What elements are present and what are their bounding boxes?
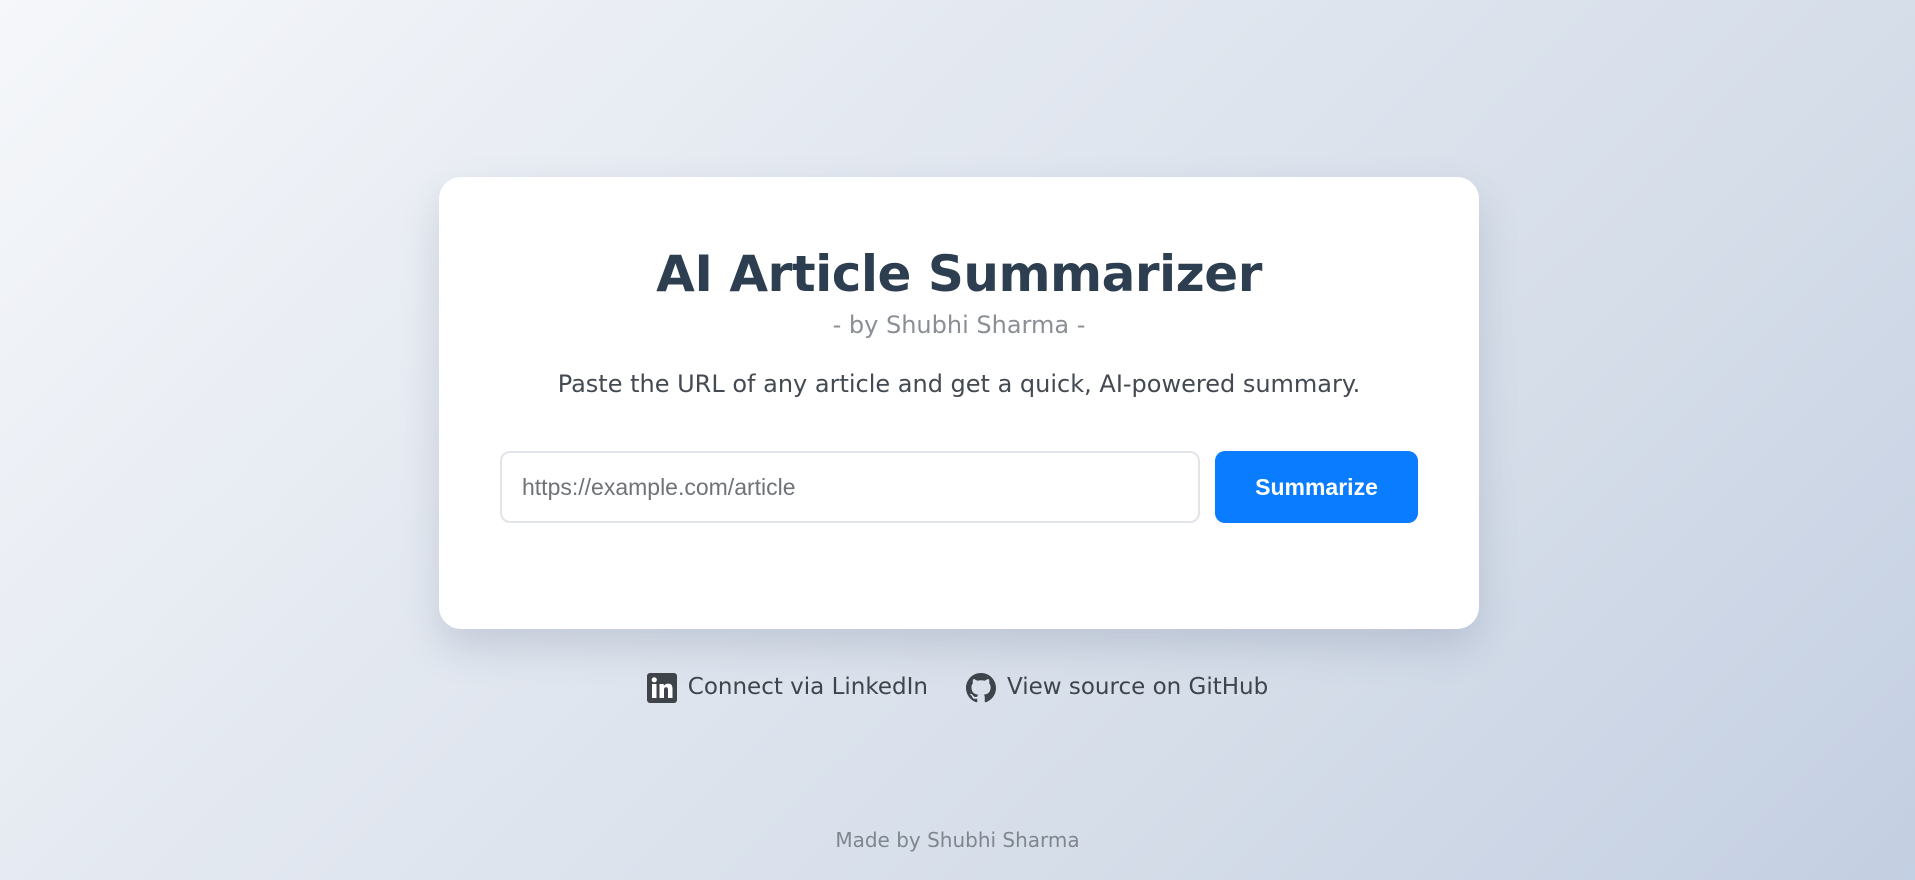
article-url-input[interactable] [500,451,1200,523]
social-links: Connect via LinkedIn View source on GitH… [0,673,1915,703]
linkedin-icon [646,673,677,703]
summarizer-card: AI Article Summarizer - by Shubhi Sharma… [439,177,1479,629]
author-byline: - by Shubhi Sharma - [832,311,1086,339]
footer-credit: Made by Shubhi Sharma [835,828,1080,852]
summarize-button[interactable]: Summarize [1215,451,1418,523]
github-icon [965,673,996,703]
tagline: Paste the URL of any article and get a q… [557,370,1361,398]
github-link[interactable]: View source on GitHub [965,673,1269,703]
github-link-label: View source on GitHub [1006,674,1269,701]
linkedin-link[interactable]: Connect via LinkedIn [646,673,928,703]
linkedin-link-label: Connect via LinkedIn [687,674,928,701]
page-title: AI Article Summarizer [656,245,1262,303]
